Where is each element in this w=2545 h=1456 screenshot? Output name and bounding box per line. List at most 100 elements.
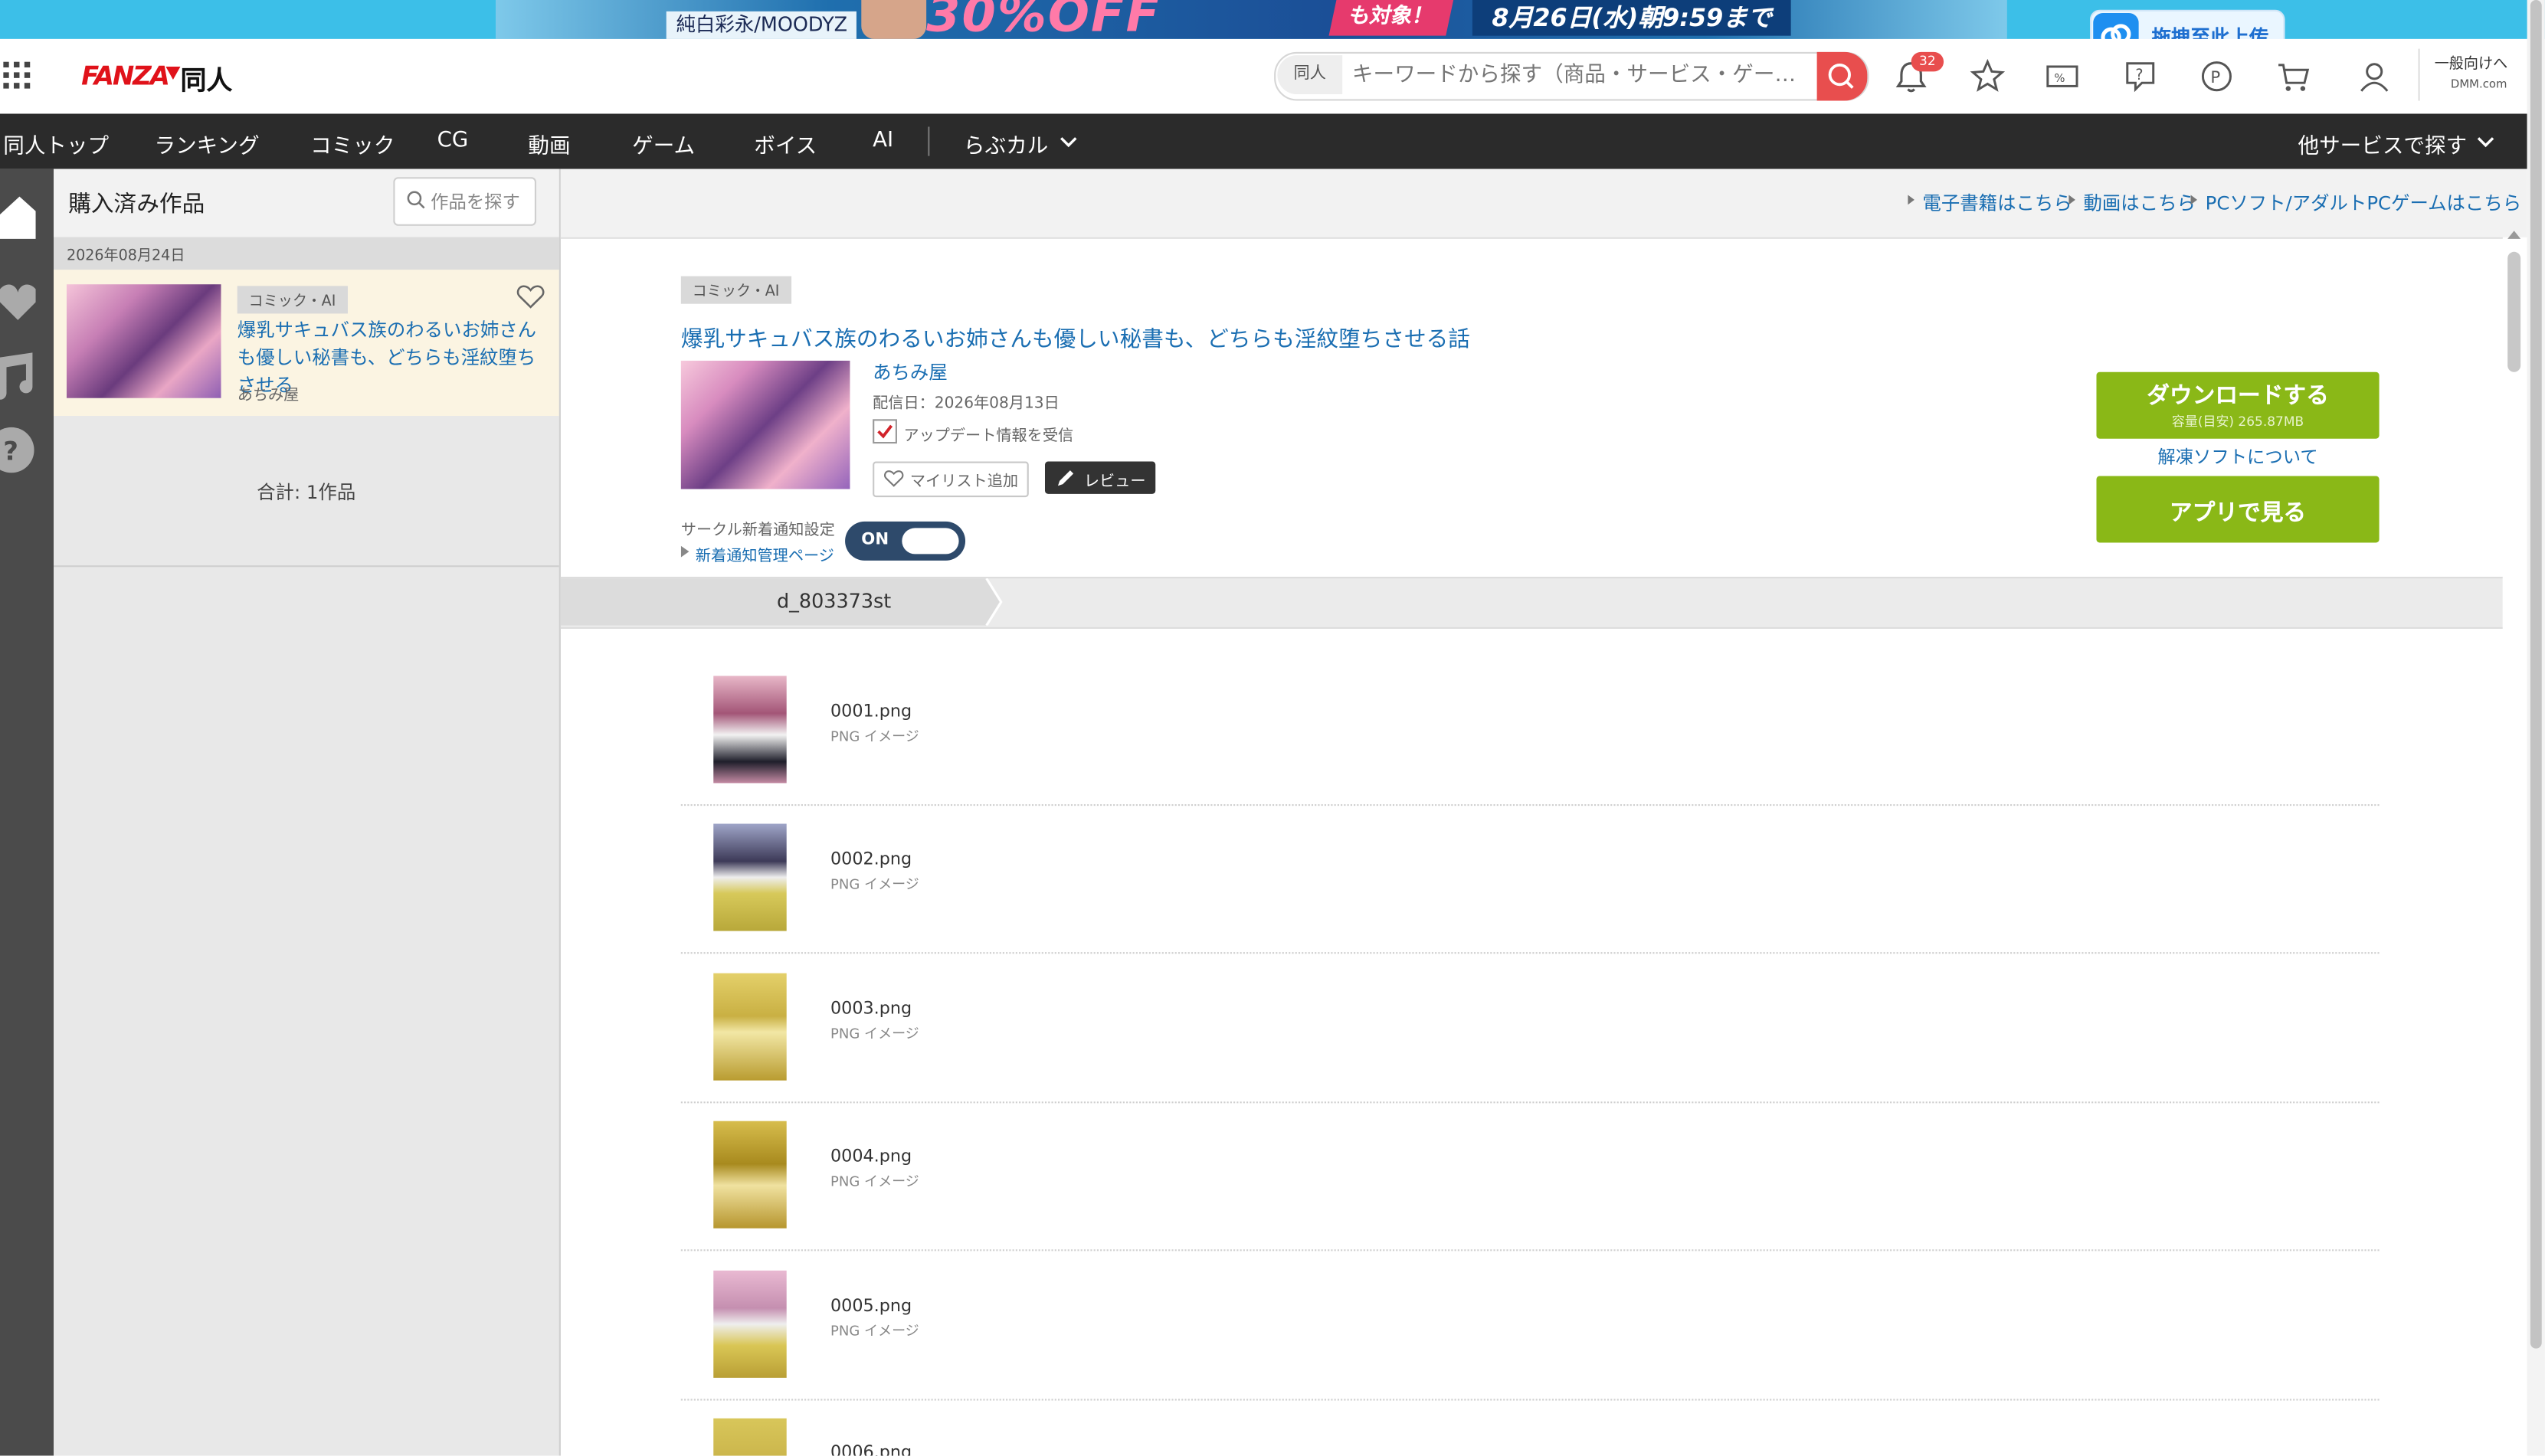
nav-item-doujin-top[interactable]: 同人トップ bbox=[3, 129, 109, 159]
svg-text:%: % bbox=[2054, 72, 2065, 85]
favorite-heart-icon[interactable] bbox=[516, 284, 545, 309]
chevron-down-icon bbox=[1060, 136, 1077, 148]
product-thumbnail[interactable] bbox=[680, 360, 850, 489]
ebook-link[interactable]: 電子書籍はこちら bbox=[1922, 190, 2072, 216]
file-thumbnail[interactable] bbox=[713, 676, 787, 784]
file-type: PNG イメージ bbox=[830, 877, 919, 894]
file-row[interactable] bbox=[680, 804, 2380, 954]
search-icon bbox=[1828, 63, 1854, 89]
file-thumbnail[interactable] bbox=[713, 1270, 787, 1378]
points-icon[interactable]: P bbox=[2199, 58, 2235, 94]
page-scrollbar-thumb[interactable] bbox=[2530, 0, 2542, 1349]
nav-other-services[interactable]: 他サービスで探す bbox=[2298, 129, 2468, 159]
banner-actress-text: 純白彩永/MOODYZ bbox=[666, 11, 857, 39]
banner-deadline-text: 8月26日(水)朝9:59まで bbox=[1472, 0, 1792, 36]
product-maker[interactable]: あちみ屋 bbox=[873, 359, 948, 385]
circle-notify-label: サークル新着通知設定 bbox=[680, 521, 835, 540]
check-icon bbox=[877, 424, 893, 439]
scroll-up-arrow[interactable] bbox=[2507, 231, 2521, 239]
open-in-app-label: アプリで見る bbox=[2169, 500, 2307, 527]
file-row[interactable] bbox=[680, 656, 2380, 807]
nav-item-cg[interactable]: CG bbox=[437, 129, 469, 153]
sidebar-search-placeholder: 作品を探す bbox=[431, 191, 520, 213]
link-arrow-icon bbox=[1908, 195, 1914, 205]
update-checkbox-label: アップデート情報を受信 bbox=[903, 427, 1074, 446]
apps-grid-icon[interactable] bbox=[3, 61, 31, 90]
update-checkbox[interactable] bbox=[873, 419, 897, 444]
nav-item-lovecul[interactable]: らぶカル bbox=[964, 129, 1048, 159]
file-row[interactable] bbox=[680, 954, 2380, 1104]
total-count: 合計: 1作品 bbox=[257, 480, 356, 504]
nav-item-comic[interactable]: コミック bbox=[310, 129, 395, 159]
dmm-logo[interactable]: DMM.com bbox=[2451, 78, 2507, 91]
banner-actress-image bbox=[861, 0, 927, 39]
toggle-state-label: ON bbox=[861, 531, 889, 549]
file-thumbnail[interactable] bbox=[713, 1121, 787, 1229]
mylist-add-label: マイリスト追加 bbox=[909, 473, 1019, 491]
nav-item-ai[interactable]: AI bbox=[873, 129, 893, 153]
content-scrollbar[interactable] bbox=[2502, 237, 2527, 1456]
file-type: PNG イメージ bbox=[830, 729, 919, 746]
video-link[interactable]: 動画はこちら bbox=[2084, 190, 2196, 216]
home-icon[interactable] bbox=[0, 191, 36, 240]
sidebar-title: 購入済み作品 bbox=[68, 191, 205, 218]
pc-software-link[interactable]: PCソフト/アダルトPCゲームはこちら bbox=[2206, 190, 2522, 216]
nav-item-voice[interactable]: ボイス bbox=[754, 129, 817, 159]
folder-name: d_803373st bbox=[776, 590, 892, 613]
review-label: レビュー bbox=[1083, 473, 1146, 491]
account-icon[interactable] bbox=[2357, 58, 2393, 94]
nav-item-video[interactable]: 動画 bbox=[528, 129, 570, 159]
file-thumbnail[interactable] bbox=[713, 973, 787, 1081]
banner-target-text: も対象！ bbox=[1328, 0, 1454, 36]
doujin-logo[interactable]: 同人 bbox=[180, 58, 232, 97]
search-button[interactable] bbox=[1816, 51, 1868, 101]
file-name[interactable]: 0002.png bbox=[830, 849, 912, 869]
content-scrollbar-thumb[interactable] bbox=[2507, 251, 2521, 372]
help-circle-icon[interactable]: ? bbox=[0, 426, 36, 475]
toggle-knob bbox=[902, 528, 959, 555]
product-tag: コミック・AI bbox=[680, 276, 791, 304]
search-icon bbox=[406, 190, 425, 209]
nav-item-game[interactable]: ゲーム bbox=[632, 129, 695, 159]
file-name[interactable]: 0006.png bbox=[830, 1443, 912, 1456]
file-name[interactable]: 0001.png bbox=[830, 702, 912, 721]
file-type: PNG イメージ bbox=[830, 1026, 919, 1043]
nav-divider bbox=[928, 126, 930, 156]
file-name[interactable]: 0003.png bbox=[830, 1000, 912, 1019]
notification-count-badge: 32 bbox=[1911, 51, 1944, 72]
file-type: PNG イメージ bbox=[830, 1323, 919, 1341]
file-row[interactable] bbox=[680, 1101, 2380, 1252]
star-icon[interactable] bbox=[1970, 58, 2006, 94]
purchased-item-tag: コミック・AI bbox=[237, 286, 348, 314]
banner-discount-text: 30%OFF bbox=[926, 0, 1161, 44]
svg-text:P: P bbox=[2210, 68, 2220, 87]
notify-manage-link[interactable]: 新着通知管理ページ bbox=[696, 543, 834, 565]
file-thumbnail[interactable] bbox=[713, 1418, 787, 1456]
file-thumbnail[interactable] bbox=[713, 823, 787, 931]
general-site-link[interactable]: 一般向けへ bbox=[2435, 52, 2507, 73]
music-icon[interactable] bbox=[0, 351, 36, 400]
purchased-item-maker: あちみ屋 bbox=[237, 386, 300, 405]
svg-text:?: ? bbox=[3, 436, 18, 466]
header-divider bbox=[2418, 48, 2420, 101]
search-category-select[interactable]: 同人 bbox=[1277, 55, 1343, 95]
file-row[interactable] bbox=[680, 1251, 2380, 1401]
download-label: ダウンロードする bbox=[2147, 383, 2329, 410]
cart-icon[interactable] bbox=[2275, 58, 2311, 94]
search-input[interactable] bbox=[1351, 55, 1811, 95]
heart-outline-icon bbox=[884, 470, 904, 487]
heart-icon[interactable] bbox=[0, 280, 36, 322]
pencil-icon bbox=[1056, 468, 1076, 487]
thaw-software-link[interactable]: 解凍ソフトについて bbox=[2096, 443, 2379, 470]
product-title[interactable]: 爆乳サキュバス族のわるいお姉さんも優しい秘書も、どちらも淫紋堕ちさせる話 bbox=[681, 320, 1470, 352]
purchased-item-thumbnail[interactable] bbox=[66, 284, 221, 398]
file-name[interactable]: 0005.png bbox=[830, 1297, 912, 1316]
link-arrow-icon bbox=[2068, 195, 2075, 205]
help-icon[interactable]: ? bbox=[2122, 58, 2158, 94]
coupon-icon[interactable]: % bbox=[2045, 58, 2081, 94]
fanza-logo[interactable]: FANZA bbox=[81, 60, 170, 90]
nav-item-ranking[interactable]: ランキング bbox=[155, 129, 260, 159]
logo-heart-icon bbox=[164, 62, 182, 83]
link-arrow-icon bbox=[680, 545, 689, 558]
file-name[interactable]: 0004.png bbox=[830, 1147, 912, 1166]
